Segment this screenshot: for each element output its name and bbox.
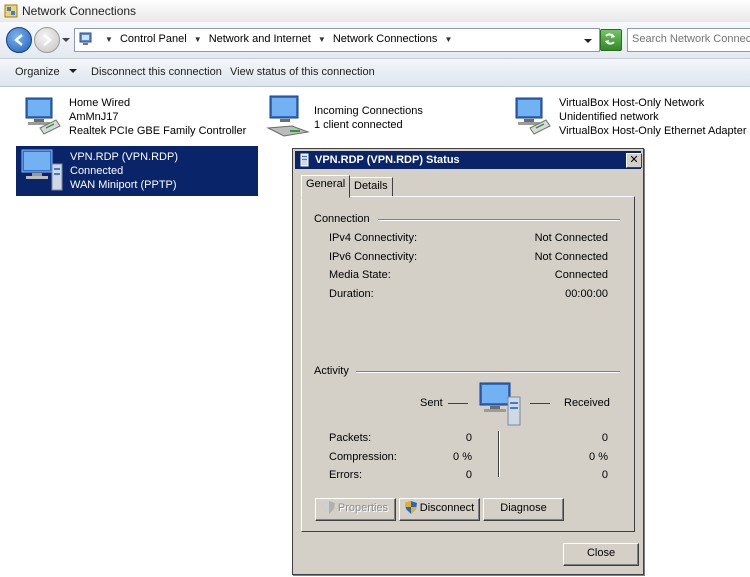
- address-dropdown-icon[interactable]: [583, 37, 593, 45]
- ipv6-label: IPv6 Connectivity:: [329, 251, 418, 263]
- packets-label: Packets:: [329, 432, 372, 444]
- breadcrumb: ▼ Control Panel ▼ Network and Internet ▼…: [105, 33, 456, 45]
- back-button[interactable]: [6, 27, 32, 53]
- connection-group-heading: Connection: [314, 213, 370, 225]
- uac-shield-icon: [404, 501, 417, 514]
- network-connections-icon: [4, 4, 18, 18]
- connection-status: 1 client connected: [314, 119, 403, 131]
- errors-sent-value: 0: [465, 469, 472, 481]
- duration-label: Duration:: [329, 288, 374, 300]
- packets-received-value: 0: [601, 432, 608, 444]
- breadcrumb-network-and-internet[interactable]: Network and Internet: [209, 33, 311, 45]
- group-divider: [356, 371, 620, 373]
- search-input[interactable]: [628, 29, 750, 49]
- forward-arrow-icon: [43, 34, 52, 46]
- window-title-bar: Network Connections: [0, 0, 750, 23]
- received-line: [530, 403, 550, 404]
- diagnose-button[interactable]: Diagnose: [483, 498, 564, 521]
- organize-menu[interactable]: Organize: [15, 66, 77, 78]
- ipv6-value: Not Connected: [534, 251, 608, 263]
- sent-line: [448, 403, 468, 404]
- connection-item-vpn-selected[interactable]: VPN.RDP (VPN.RDP) Connected WAN Miniport…: [16, 146, 258, 196]
- activity-divider: [498, 431, 500, 477]
- packets-sent-value: 0: [465, 432, 472, 444]
- connection-item-home-wired[interactable]: Home Wired AmMnJ17 Realtek PCIe GBE Fami…: [20, 94, 250, 140]
- uac-shield-icon: [322, 501, 335, 514]
- connection-status: AmMnJ17: [69, 111, 119, 123]
- tab-details[interactable]: Details: [349, 177, 393, 197]
- connection-device: Realtek PCIe GBE Family Controller: [69, 125, 247, 137]
- media-state-value: Connected: [554, 269, 608, 281]
- connection-item-incoming[interactable]: Incoming Connections 1 client connected: [266, 94, 426, 140]
- wired-network-icon: [25, 97, 61, 135]
- connection-device: WAN Miniport (PPTP): [70, 179, 177, 191]
- dialog-close-button[interactable]: ✕: [626, 153, 642, 168]
- forward-button[interactable]: [34, 27, 60, 53]
- organize-label: Organize: [15, 66, 60, 78]
- incoming-connection-icon: [266, 95, 310, 137]
- activity-group-heading: Activity: [314, 365, 349, 377]
- recent-pages-dropdown-icon[interactable]: [62, 36, 70, 44]
- errors-received-value: 0: [601, 469, 608, 481]
- activity-computer-icon: [479, 382, 521, 426]
- view-status-button[interactable]: View status of this connection: [230, 66, 375, 78]
- duration-value: 00:00:00: [565, 288, 608, 300]
- tab-general[interactable]: General: [301, 175, 351, 198]
- window-title: Network Connections: [22, 4, 137, 18]
- properties-button[interactable]: Properties: [315, 498, 396, 521]
- search-box[interactable]: [627, 28, 750, 52]
- connection-status: Connected: [70, 165, 124, 177]
- breadcrumb-control-panel[interactable]: Control Panel: [120, 33, 187, 45]
- refresh-icon: [605, 33, 615, 45]
- compression-received-value: 0 %: [589, 451, 608, 463]
- group-divider: [378, 219, 620, 221]
- disconnect-connection-button[interactable]: Disconnect this connection: [91, 66, 222, 78]
- wired-network-icon: [515, 97, 551, 135]
- compression-label: Compression:: [329, 451, 397, 463]
- control-panel-icon: [79, 32, 92, 45]
- close-icon: ✕: [629, 154, 639, 166]
- media-state-label: Media State:: [329, 269, 391, 281]
- received-label: Received: [564, 397, 610, 409]
- connection-item-virtualbox[interactable]: VirtualBox Host-Only Network Unidentifie…: [510, 94, 747, 140]
- connection-name: Home Wired: [69, 97, 131, 109]
- close-button[interactable]: Close: [563, 543, 639, 566]
- ipv4-value: Not Connected: [534, 232, 608, 244]
- dialog-title: VPN.RDP (VPN.RDP) Status: [315, 154, 460, 166]
- connection-name: Incoming Connections: [314, 105, 423, 117]
- ipv4-label: IPv4 Connectivity:: [329, 232, 418, 244]
- sent-label: Sent: [420, 397, 443, 409]
- address-box[interactable]: ▼ Control Panel ▼ Network and Internet ▼…: [74, 28, 600, 52]
- vpn-small-icon: [300, 153, 309, 167]
- address-bar-area: ▼ Control Panel ▼ Network and Internet ▼…: [0, 22, 750, 59]
- connection-name: VirtualBox Host-Only Network: [559, 97, 705, 109]
- tab-panel-general: Connection IPv4 Connectivity: Not Connec…: [301, 196, 635, 532]
- vpn-status-dialog: VPN.RDP (VPN.RDP) Status ✕ General Detai…: [292, 148, 644, 575]
- breadcrumb-separator-icon[interactable]: ▼: [194, 35, 202, 44]
- connection-name: VPN.RDP (VPN.RDP): [70, 151, 178, 163]
- refresh-button[interactable]: [600, 29, 622, 51]
- disconnect-button[interactable]: Disconnect: [399, 498, 480, 521]
- connection-status: Unidentified network: [559, 111, 659, 123]
- breadcrumb-network-connections[interactable]: Network Connections: [333, 33, 438, 45]
- properties-label: Properties: [337, 502, 389, 514]
- back-arrow-icon: [14, 34, 23, 46]
- disconnect-label: Disconnect: [419, 502, 475, 514]
- vpn-connection-icon: [21, 149, 63, 191]
- errors-label: Errors:: [329, 469, 362, 481]
- compression-sent-value: 0 %: [453, 451, 472, 463]
- chevron-down-icon: [68, 69, 77, 73]
- breadcrumb-separator-icon[interactable]: ▼: [105, 35, 113, 44]
- command-bar: Organize Disconnect this connection View…: [0, 59, 750, 87]
- dialog-title-bar[interactable]: VPN.RDP (VPN.RDP) Status ✕: [295, 151, 642, 169]
- breadcrumb-separator-icon[interactable]: ▼: [444, 35, 452, 44]
- connection-device: VirtualBox Host-Only Ethernet Adapter: [559, 125, 747, 137]
- breadcrumb-separator-icon[interactable]: ▼: [318, 35, 326, 44]
